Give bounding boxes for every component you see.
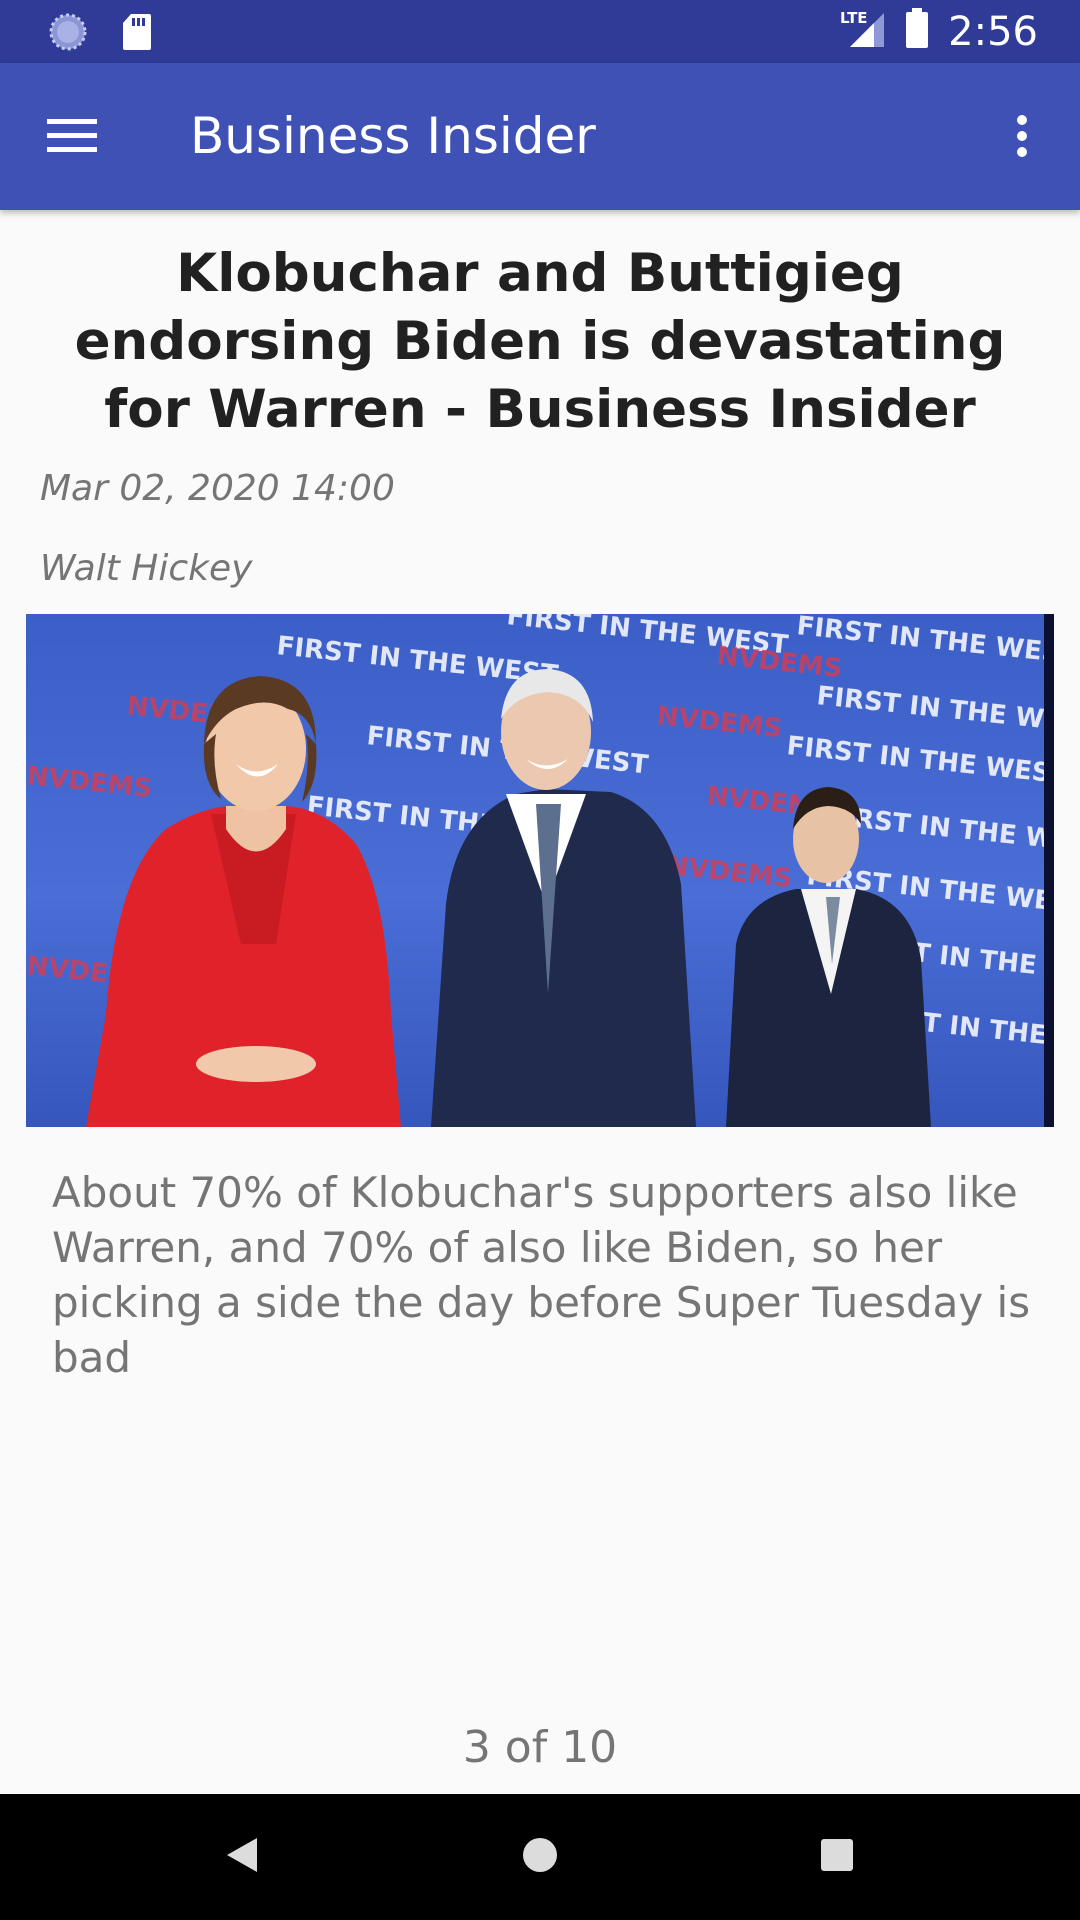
back-icon xyxy=(225,1836,259,1879)
backdrop-text: FIRST IN THE WEST xyxy=(815,681,1054,740)
sd-card-icon xyxy=(122,13,152,56)
app-bar: Business Insider xyxy=(0,63,1080,210)
overflow-menu-button[interactable] xyxy=(992,103,1052,173)
home-button[interactable] xyxy=(500,1822,580,1892)
article-summary: About 70% of Klobuchar's supporters also… xyxy=(52,1168,1031,1382)
system-nav-bar xyxy=(0,1794,1080,1920)
page-indicator: 3 of 10 xyxy=(462,1722,618,1773)
backdrop-text: NVDEMS xyxy=(665,851,793,894)
svg-text:LTE: LTE xyxy=(840,9,868,27)
status-time: 2:56 xyxy=(948,8,1038,55)
backdrop-text: FIRST IN THE WEST xyxy=(785,731,1054,790)
signal-icon: LTE xyxy=(840,9,886,54)
battery-icon xyxy=(904,8,930,55)
home-icon xyxy=(521,1836,559,1879)
backdrop-text: NVDEMS xyxy=(26,761,154,804)
article-image[interactable]: FIRST IN THE WEST FIRST IN THE WEST FIRS… xyxy=(26,614,1054,1127)
article-author: Walt Hickey xyxy=(40,548,253,589)
sync-icon xyxy=(48,12,88,57)
app-title: Business Insider xyxy=(190,107,596,165)
more-vert-icon xyxy=(1016,114,1028,163)
hamburger-menu-icon xyxy=(47,117,99,160)
status-bar: LTE 2:56 xyxy=(0,0,1080,63)
backdrop-text: FIRST IN THE WEST xyxy=(825,801,1054,860)
menu-button[interactable] xyxy=(30,103,116,173)
backdrop-text: NVDEMS xyxy=(655,701,783,744)
article-date: Mar 02, 2020 14:00 xyxy=(40,468,395,509)
back-button[interactable] xyxy=(202,1822,282,1892)
recents-icon xyxy=(820,1838,854,1877)
recents-button[interactable] xyxy=(797,1822,877,1892)
article-headline: Klobuchar and Buttigieg endorsing Biden … xyxy=(74,243,1006,440)
backdrop-text: NVDEMS xyxy=(715,641,843,684)
person-left xyxy=(86,676,401,1127)
